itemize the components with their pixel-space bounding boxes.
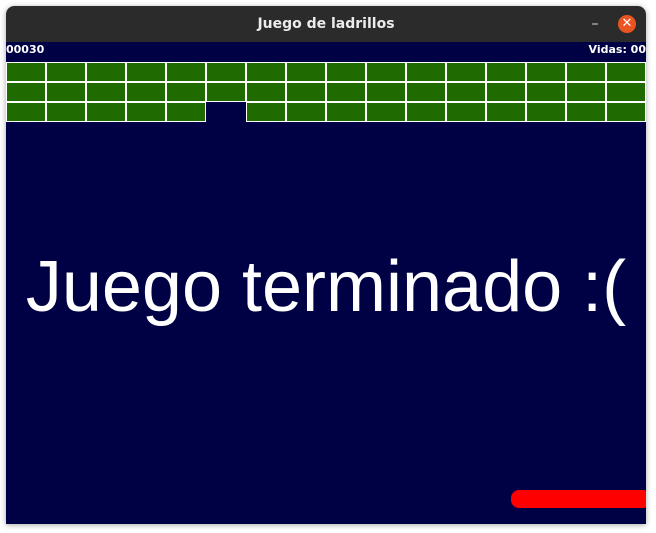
brick: [86, 82, 126, 102]
title-bar[interactable]: Juego de ladrillos – ✕: [6, 6, 646, 42]
brick: [366, 62, 406, 82]
brick: [286, 62, 326, 82]
brick: [126, 62, 166, 82]
brick: [326, 82, 366, 102]
brick: [486, 82, 526, 102]
brick: [566, 62, 606, 82]
brick: [6, 82, 46, 102]
brick: [526, 102, 566, 122]
brick: [246, 62, 286, 82]
minimize-icon: –: [591, 16, 599, 32]
brick: [366, 82, 406, 102]
brick: [446, 62, 486, 82]
brick: [206, 62, 246, 82]
close-button[interactable]: ✕: [618, 15, 636, 33]
brick: [566, 102, 606, 122]
score-display: 00030: [6, 43, 45, 56]
brick: [286, 82, 326, 102]
game-window: Juego de ladrillos – ✕ 00030 Vidas: 00 J…: [6, 6, 646, 524]
brick: [486, 102, 526, 122]
brick: [406, 82, 446, 102]
brick: [526, 62, 566, 82]
brick: [326, 62, 366, 82]
brick: [206, 82, 246, 102]
brick: [286, 102, 326, 122]
brick: [406, 62, 446, 82]
brick: [406, 102, 446, 122]
brick: [446, 82, 486, 102]
brick: [126, 102, 166, 122]
brick: [6, 102, 46, 122]
brick: [246, 102, 286, 122]
brick: [326, 102, 366, 122]
brick: [246, 82, 286, 102]
brick: [126, 82, 166, 102]
brick-wall: [6, 42, 646, 142]
paddle: [511, 490, 646, 508]
brick: [6, 62, 46, 82]
brick: [606, 62, 646, 82]
brick: [566, 82, 606, 102]
minimize-button[interactable]: –: [586, 15, 604, 33]
brick: [46, 102, 86, 122]
brick: [446, 102, 486, 122]
brick: [86, 62, 126, 82]
brick: [606, 82, 646, 102]
brick: [46, 62, 86, 82]
game-over-message: Juego terminado :(: [25, 247, 627, 327]
brick: [166, 82, 206, 102]
brick: [366, 102, 406, 122]
brick: [46, 82, 86, 102]
close-icon: ✕: [621, 16, 633, 31]
brick: [166, 102, 206, 122]
brick: [486, 62, 526, 82]
brick: [86, 102, 126, 122]
brick: [166, 62, 206, 82]
lives-display: Vidas: 00: [588, 43, 646, 56]
brick: [606, 102, 646, 122]
brick: [526, 82, 566, 102]
window-title: Juego de ladrillos: [257, 16, 395, 32]
game-canvas[interactable]: 00030 Vidas: 00 Juego terminado :(: [6, 42, 646, 524]
